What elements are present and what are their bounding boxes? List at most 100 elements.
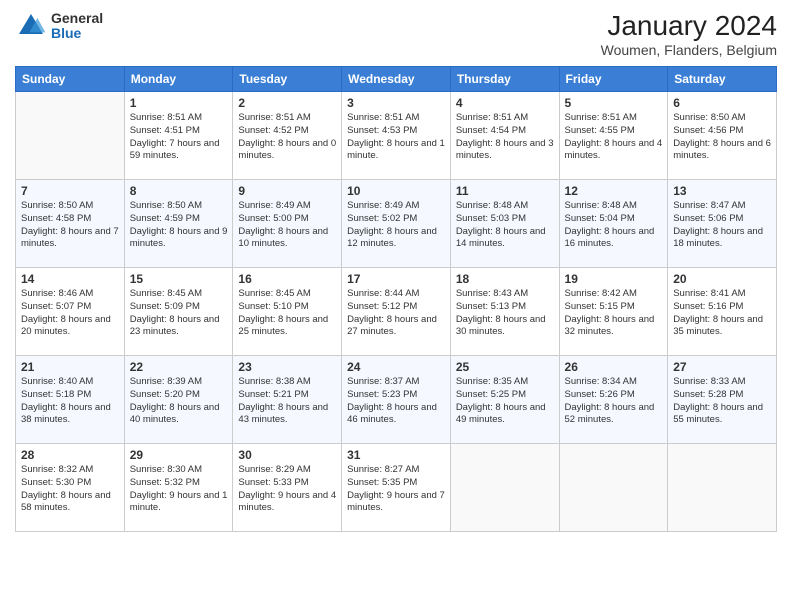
week-row-5: 28 Sunrise: 8:32 AMSunset: 5:30 PMDaylig… bbox=[16, 444, 777, 532]
cell-content: Sunrise: 8:43 AMSunset: 5:13 PMDaylight:… bbox=[456, 288, 554, 339]
calendar-cell: 18 Sunrise: 8:43 AMSunset: 5:13 PMDaylig… bbox=[450, 268, 559, 356]
day-number: 20 bbox=[673, 272, 771, 286]
calendar-cell: 3 Sunrise: 8:51 AMSunset: 4:53 PMDayligh… bbox=[342, 92, 451, 180]
cell-content: Sunrise: 8:46 AMSunset: 5:07 PMDaylight:… bbox=[21, 288, 119, 339]
cell-content: Sunrise: 8:41 AMSunset: 5:16 PMDaylight:… bbox=[673, 288, 771, 339]
header-tuesday: Tuesday bbox=[233, 67, 342, 92]
cell-content: Sunrise: 8:51 AMSunset: 4:55 PMDaylight:… bbox=[565, 112, 663, 163]
day-number: 31 bbox=[347, 448, 445, 462]
calendar-cell: 25 Sunrise: 8:35 AMSunset: 5:25 PMDaylig… bbox=[450, 356, 559, 444]
header-friday: Friday bbox=[559, 67, 668, 92]
calendar-cell: 27 Sunrise: 8:33 AMSunset: 5:28 PMDaylig… bbox=[668, 356, 777, 444]
calendar-cell: 6 Sunrise: 8:50 AMSunset: 4:56 PMDayligh… bbox=[668, 92, 777, 180]
calendar-cell: 28 Sunrise: 8:32 AMSunset: 5:30 PMDaylig… bbox=[16, 444, 125, 532]
day-number: 2 bbox=[238, 96, 336, 110]
logo: General Blue bbox=[15, 10, 103, 42]
calendar-cell: 2 Sunrise: 8:51 AMSunset: 4:52 PMDayligh… bbox=[233, 92, 342, 180]
cell-content: Sunrise: 8:50 AMSunset: 4:59 PMDaylight:… bbox=[130, 200, 228, 251]
calendar-cell: 16 Sunrise: 8:45 AMSunset: 5:10 PMDaylig… bbox=[233, 268, 342, 356]
week-row-2: 7 Sunrise: 8:50 AMSunset: 4:58 PMDayligh… bbox=[16, 180, 777, 268]
week-row-1: 1 Sunrise: 8:51 AMSunset: 4:51 PMDayligh… bbox=[16, 92, 777, 180]
calendar-cell: 1 Sunrise: 8:51 AMSunset: 4:51 PMDayligh… bbox=[124, 92, 233, 180]
header-thursday: Thursday bbox=[450, 67, 559, 92]
day-number: 7 bbox=[21, 184, 119, 198]
day-number: 28 bbox=[21, 448, 119, 462]
logo-general-text: General bbox=[51, 11, 103, 26]
calendar-cell: 4 Sunrise: 8:51 AMSunset: 4:54 PMDayligh… bbox=[450, 92, 559, 180]
calendar-cell bbox=[450, 444, 559, 532]
calendar-cell: 7 Sunrise: 8:50 AMSunset: 4:58 PMDayligh… bbox=[16, 180, 125, 268]
calendar-cell: 11 Sunrise: 8:48 AMSunset: 5:03 PMDaylig… bbox=[450, 180, 559, 268]
calendar-cell: 21 Sunrise: 8:40 AMSunset: 5:18 PMDaylig… bbox=[16, 356, 125, 444]
day-number: 17 bbox=[347, 272, 445, 286]
day-number: 13 bbox=[673, 184, 771, 198]
calendar-cell: 9 Sunrise: 8:49 AMSunset: 5:00 PMDayligh… bbox=[233, 180, 342, 268]
cell-content: Sunrise: 8:34 AMSunset: 5:26 PMDaylight:… bbox=[565, 376, 663, 427]
cell-content: Sunrise: 8:40 AMSunset: 5:18 PMDaylight:… bbox=[21, 376, 119, 427]
cell-content: Sunrise: 8:27 AMSunset: 5:35 PMDaylight:… bbox=[347, 464, 445, 515]
header-saturday: Saturday bbox=[668, 67, 777, 92]
cell-content: Sunrise: 8:50 AMSunset: 4:58 PMDaylight:… bbox=[21, 200, 119, 251]
calendar-cell: 17 Sunrise: 8:44 AMSunset: 5:12 PMDaylig… bbox=[342, 268, 451, 356]
calendar-cell: 31 Sunrise: 8:27 AMSunset: 5:35 PMDaylig… bbox=[342, 444, 451, 532]
calendar-cell: 5 Sunrise: 8:51 AMSunset: 4:55 PMDayligh… bbox=[559, 92, 668, 180]
day-number: 5 bbox=[565, 96, 663, 110]
calendar-header-row: Sunday Monday Tuesday Wednesday Thursday… bbox=[16, 67, 777, 92]
calendar-cell: 12 Sunrise: 8:48 AMSunset: 5:04 PMDaylig… bbox=[559, 180, 668, 268]
calendar-cell bbox=[668, 444, 777, 532]
calendar-cell: 22 Sunrise: 8:39 AMSunset: 5:20 PMDaylig… bbox=[124, 356, 233, 444]
day-number: 9 bbox=[238, 184, 336, 198]
calendar-cell: 8 Sunrise: 8:50 AMSunset: 4:59 PMDayligh… bbox=[124, 180, 233, 268]
cell-content: Sunrise: 8:39 AMSunset: 5:20 PMDaylight:… bbox=[130, 376, 228, 427]
day-number: 23 bbox=[238, 360, 336, 374]
day-number: 3 bbox=[347, 96, 445, 110]
day-number: 10 bbox=[347, 184, 445, 198]
cell-content: Sunrise: 8:47 AMSunset: 5:06 PMDaylight:… bbox=[673, 200, 771, 251]
day-number: 22 bbox=[130, 360, 228, 374]
cell-content: Sunrise: 8:29 AMSunset: 5:33 PMDaylight:… bbox=[238, 464, 336, 515]
day-number: 25 bbox=[456, 360, 554, 374]
day-number: 12 bbox=[565, 184, 663, 198]
cell-content: Sunrise: 8:51 AMSunset: 4:52 PMDaylight:… bbox=[238, 112, 336, 163]
cell-content: Sunrise: 8:51 AMSunset: 4:51 PMDaylight:… bbox=[130, 112, 228, 163]
day-number: 15 bbox=[130, 272, 228, 286]
cell-content: Sunrise: 8:51 AMSunset: 4:53 PMDaylight:… bbox=[347, 112, 445, 163]
day-number: 1 bbox=[130, 96, 228, 110]
cell-content: Sunrise: 8:48 AMSunset: 5:03 PMDaylight:… bbox=[456, 200, 554, 251]
cell-content: Sunrise: 8:42 AMSunset: 5:15 PMDaylight:… bbox=[565, 288, 663, 339]
cell-content: Sunrise: 8:35 AMSunset: 5:25 PMDaylight:… bbox=[456, 376, 554, 427]
cell-content: Sunrise: 8:50 AMSunset: 4:56 PMDaylight:… bbox=[673, 112, 771, 163]
header-monday: Monday bbox=[124, 67, 233, 92]
logo-blue-text: Blue bbox=[51, 26, 103, 41]
day-number: 19 bbox=[565, 272, 663, 286]
day-number: 27 bbox=[673, 360, 771, 374]
calendar-cell: 15 Sunrise: 8:45 AMSunset: 5:09 PMDaylig… bbox=[124, 268, 233, 356]
header-wednesday: Wednesday bbox=[342, 67, 451, 92]
calendar-cell: 13 Sunrise: 8:47 AMSunset: 5:06 PMDaylig… bbox=[668, 180, 777, 268]
calendar-cell: 14 Sunrise: 8:46 AMSunset: 5:07 PMDaylig… bbox=[16, 268, 125, 356]
day-number: 30 bbox=[238, 448, 336, 462]
logo-icon bbox=[15, 10, 47, 42]
cell-content: Sunrise: 8:45 AMSunset: 5:10 PMDaylight:… bbox=[238, 288, 336, 339]
page-container: General Blue January 2024 Woumen, Flande… bbox=[0, 0, 792, 612]
day-number: 11 bbox=[456, 184, 554, 198]
day-number: 4 bbox=[456, 96, 554, 110]
day-number: 29 bbox=[130, 448, 228, 462]
header-sunday: Sunday bbox=[16, 67, 125, 92]
calendar-cell: 20 Sunrise: 8:41 AMSunset: 5:16 PMDaylig… bbox=[668, 268, 777, 356]
day-number: 6 bbox=[673, 96, 771, 110]
cell-content: Sunrise: 8:33 AMSunset: 5:28 PMDaylight:… bbox=[673, 376, 771, 427]
calendar-cell: 26 Sunrise: 8:34 AMSunset: 5:26 PMDaylig… bbox=[559, 356, 668, 444]
calendar-cell bbox=[16, 92, 125, 180]
page-header: General Blue January 2024 Woumen, Flande… bbox=[15, 10, 777, 58]
calendar-cell: 19 Sunrise: 8:42 AMSunset: 5:15 PMDaylig… bbox=[559, 268, 668, 356]
cell-content: Sunrise: 8:44 AMSunset: 5:12 PMDaylight:… bbox=[347, 288, 445, 339]
week-row-4: 21 Sunrise: 8:40 AMSunset: 5:18 PMDaylig… bbox=[16, 356, 777, 444]
cell-content: Sunrise: 8:37 AMSunset: 5:23 PMDaylight:… bbox=[347, 376, 445, 427]
calendar-cell: 30 Sunrise: 8:29 AMSunset: 5:33 PMDaylig… bbox=[233, 444, 342, 532]
calendar-cell: 29 Sunrise: 8:30 AMSunset: 5:32 PMDaylig… bbox=[124, 444, 233, 532]
day-number: 14 bbox=[21, 272, 119, 286]
day-number: 24 bbox=[347, 360, 445, 374]
cell-content: Sunrise: 8:32 AMSunset: 5:30 PMDaylight:… bbox=[21, 464, 119, 515]
cell-content: Sunrise: 8:51 AMSunset: 4:54 PMDaylight:… bbox=[456, 112, 554, 163]
